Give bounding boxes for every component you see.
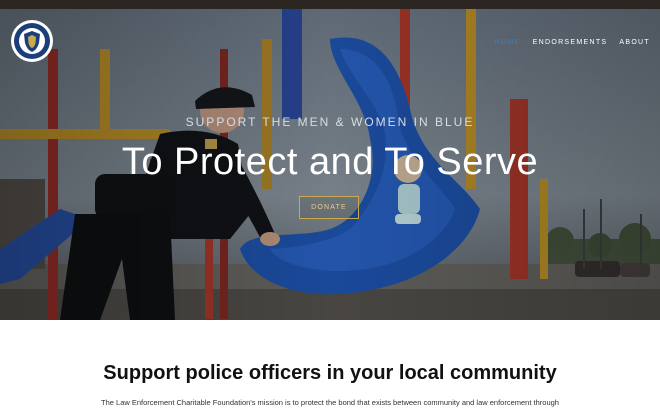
nav-endorsements[interactable]: ENDORSEMENTS [533,39,608,46]
main-nav: HOME ENDORSEMENTS ABOUT [494,39,650,46]
mission-text: The Law Enforcement Charitable Foundatio… [101,398,559,407]
hero-subtitle: SUPPORT THE MEN & WOMEN IN BLUE [185,115,475,129]
section-heading: Support police officers in your local co… [103,362,557,384]
badge-icon [11,20,53,62]
top-bar [0,0,660,9]
foundation-logo[interactable] [10,19,54,63]
nav-about[interactable]: ABOUT [619,39,650,46]
hero-headline: To Protect and To Serve [121,141,539,183]
nav-home[interactable]: HOME [494,39,520,46]
donate-button[interactable]: DONATE [299,196,359,219]
hero-section: HOME ENDORSEMENTS ABOUT SUPPORT THE MEN … [0,9,660,320]
